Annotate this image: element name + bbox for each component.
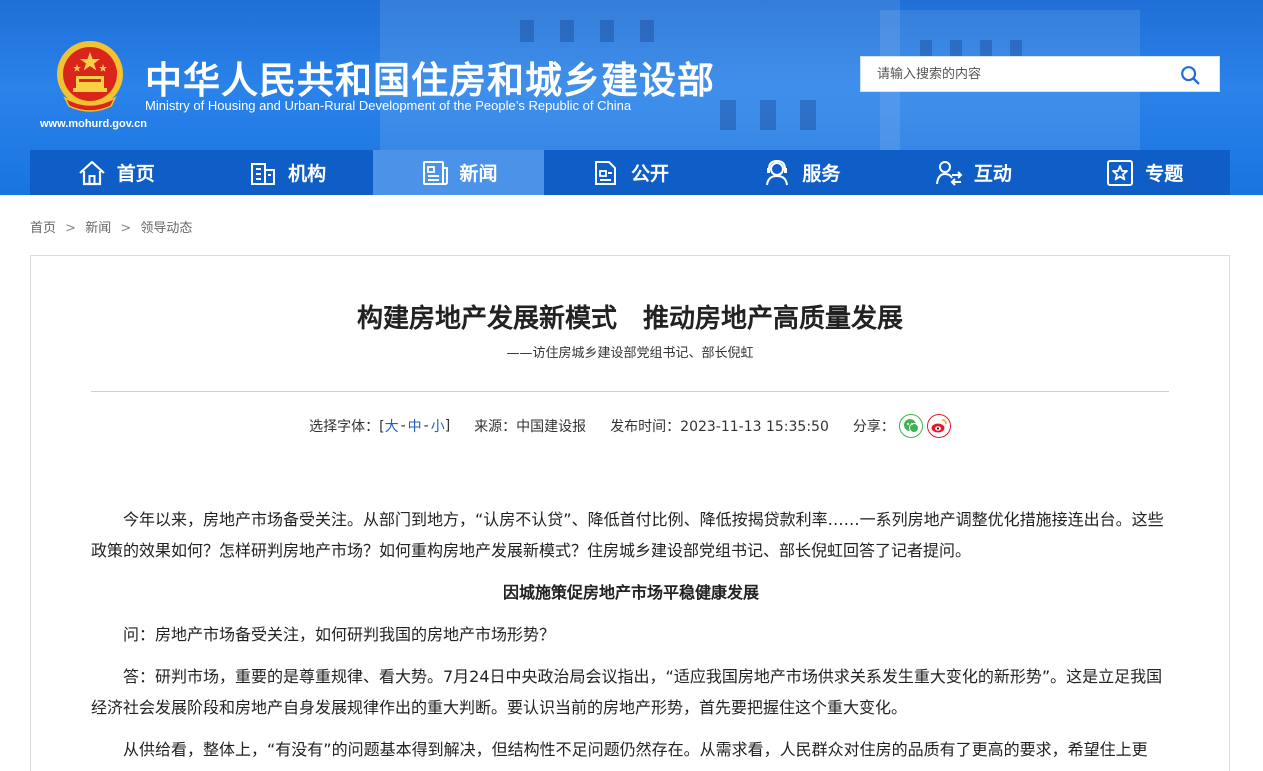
article-subtitle: ——访住房城乡建设部党组书记、部长倪虹: [506, 346, 754, 361]
nav-item-interaction[interactable]: 互动: [887, 150, 1058, 195]
article-container: 构建房地产发展新模式 推动房地产高质量发展 ——访住房城乡建设部党组书记、部长倪…: [30, 255, 1230, 771]
breadcrumb-leadership[interactable]: 领导动态: [140, 221, 192, 236]
nav-label: 机构: [288, 163, 327, 185]
national-emblem-icon: [57, 41, 123, 112]
search-box: [860, 56, 1220, 92]
building-window: [640, 20, 654, 42]
document-icon: [594, 160, 616, 185]
article-paragraph: 今年以来，房地产市场备受关注。从部门到地方，“认房不认贷”、降低首付比例、降低按…: [91, 510, 1164, 560]
font-size-selector: 选择字体：[ 大 - 中 - 小 ]: [309, 416, 450, 436]
search-icon[interactable]: [1179, 64, 1201, 86]
breadcrumb-news[interactable]: 新闻: [85, 221, 111, 236]
building-window: [520, 20, 534, 42]
nav-label: 新闻: [459, 163, 498, 185]
breadcrumb-separator: >: [65, 221, 77, 236]
building-window: [600, 20, 614, 42]
share-group: 分享：: [853, 414, 951, 438]
building-window: [800, 100, 816, 130]
nav-label: 专题: [1145, 163, 1184, 185]
site-header: 中华人民共和国住房和城乡建设部 Ministry of Housing and …: [0, 0, 1263, 195]
font-size-medium[interactable]: 中: [408, 416, 422, 436]
weibo-share-icon[interactable]: [926, 414, 951, 438]
nav-item-home[interactable]: 首页: [30, 150, 201, 195]
search-input[interactable]: [861, 57, 1171, 91]
site-url[interactable]: www.mohurd.gov.cn: [40, 118, 147, 130]
nav-item-service[interactable]: 服务: [716, 150, 887, 195]
font-size-small[interactable]: 小: [431, 416, 445, 436]
article-meta: 选择字体：[ 大 - 中 - 小 ] 来源：中国建设报 发布时间：2023-11…: [31, 414, 1229, 438]
article-paragraph: 从供给看，整体上，“有没有”的问题基本得到解决，但结构性不足问题仍然存在。从需求…: [123, 740, 1148, 759]
wechat-share-icon[interactable]: [898, 414, 923, 438]
nav-label: 互动: [973, 163, 1012, 185]
building-window: [560, 20, 574, 42]
article-paragraph: 答：研判市场，重要的是尊重规律、看大势。7月24日中央政治局会议指出，“适应我国…: [91, 667, 1163, 717]
building-window: [760, 100, 776, 130]
font-size-dash: -: [400, 418, 406, 434]
newspaper-icon: [422, 160, 448, 185]
nav-item-public[interactable]: 公开: [544, 150, 715, 195]
breadcrumb: 首页 > 新闻 > 领导动态: [30, 217, 192, 236]
nav-item-organization[interactable]: 机构: [201, 150, 372, 195]
font-size-large[interactable]: 大: [385, 416, 399, 436]
nav-label: 公开: [630, 163, 669, 185]
nav-item-news[interactable]: 新闻: [372, 150, 545, 195]
service-icon: [766, 159, 789, 185]
article-paragraph: 问：房地产市场备受关注，如何研判我国的房地产市场形势？: [123, 625, 556, 644]
breadcrumb-home[interactable]: 首页: [30, 221, 56, 236]
title-divider: [91, 391, 1169, 392]
font-size-close: ]: [444, 418, 451, 434]
article-body: 今年以来，房地产市场备受关注。从部门到地方，“认房不认贷”、降低首付比例、降低按…: [91, 504, 1171, 771]
home-icon: [78, 160, 105, 185]
font-size-label: 选择字体：[: [309, 419, 385, 435]
font-size-dash: -: [423, 418, 429, 434]
nav-item-topics[interactable]: 专题: [1059, 150, 1230, 195]
nav-label: 首页: [116, 163, 155, 185]
site-title: 中华人民共和国住房和城乡建设部: [145, 59, 715, 102]
breadcrumb-separator: >: [120, 221, 132, 236]
building-icon: [251, 162, 276, 185]
star-icon: [1107, 159, 1134, 186]
section-heading: 因城施策促房地产市场平稳健康发展: [502, 583, 759, 602]
article-source: 来源：中国建设报: [474, 419, 587, 435]
article-title: 构建房地产发展新模式 推动房地产高质量发展: [356, 304, 903, 334]
interaction-icon: [935, 160, 963, 186]
main-nav: 首页 机构 新闻 公开 服务 互动 专题: [30, 150, 1230, 195]
share-label: 分享：: [852, 419, 895, 435]
site-subtitle: Ministry of Housing and Urban-Rural Deve…: [145, 98, 632, 113]
article-publish-time: 发布时间：2023-11-13 15:35:50: [610, 419, 829, 435]
building-window: [720, 100, 736, 130]
nav-label: 服务: [802, 163, 841, 185]
